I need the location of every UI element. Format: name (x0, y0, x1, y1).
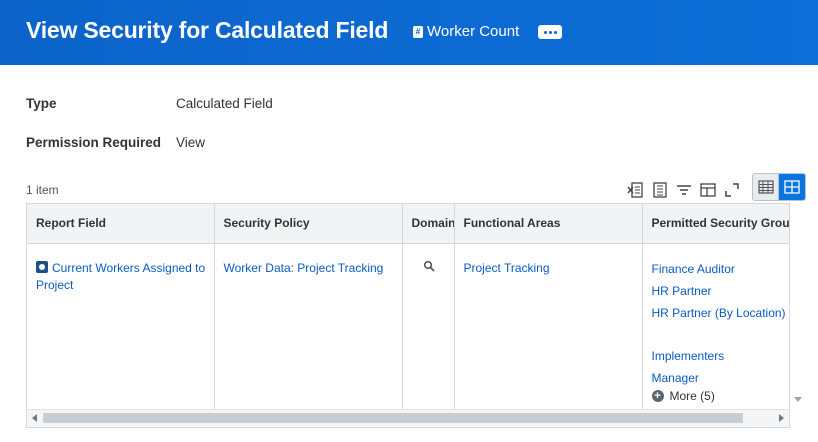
permitted-groups-list: Finance Auditor HR Partner HR Partner (B… (651, 261, 790, 403)
scroll-down-arrow-icon[interactable] (794, 397, 802, 402)
security-table: Report Field Security Policy Domain Func… (27, 204, 790, 409)
column-config-icon[interactable] (698, 180, 718, 200)
col-header-domain[interactable]: Domain (402, 204, 455, 244)
col-header-functional-areas[interactable]: Functional Areas (454, 204, 643, 244)
col-header-security-policy[interactable]: Security Policy (214, 204, 403, 244)
vertical-scrollbar[interactable] (790, 203, 806, 428)
functional-area-link[interactable]: Project Tracking (464, 261, 550, 275)
security-policy-cell: Worker Data: Project Tracking (214, 243, 403, 409)
hash-icon: # (413, 25, 423, 38)
search-icon[interactable] (423, 260, 435, 275)
security-group-link[interactable]: Finance Auditor (652, 261, 790, 278)
export-pdf-icon[interactable] (650, 180, 670, 200)
table-view-icon[interactable] (753, 174, 780, 200)
permission-label: Permission Required (26, 135, 162, 150)
permission-value: View (176, 135, 206, 150)
report-field-icon (36, 260, 48, 273)
col-header-report-field[interactable]: Report Field (27, 204, 215, 244)
object-name[interactable]: Worker Count (427, 23, 519, 40)
page-title: View Security for Calculated Field (26, 17, 389, 43)
report-field-cell: Current Workers Assigned to Project (27, 243, 215, 409)
report-field-link[interactable]: Current Workers Assigned to Project (36, 261, 205, 292)
table-header-row: Report Field Security Policy Domain Func… (27, 204, 789, 244)
more-groups-button[interactable]: + More (5) (651, 388, 790, 403)
worker-count-chip[interactable]: # Worker Count (413, 23, 519, 40)
horizontal-scrollbar[interactable] (27, 409, 789, 426)
ellipsis-icon (543, 30, 547, 34)
permitted-groups-cell: Finance Auditor HR Partner HR Partner (B… (642, 243, 790, 409)
security-group-link[interactable]: HR Partner (By Location) (652, 305, 790, 322)
functional-areas-cell: Project Tracking (454, 243, 643, 409)
type-label: Type (26, 96, 57, 111)
item-count: 1 item (26, 183, 59, 197)
export-excel-icon[interactable] (626, 180, 646, 200)
grid-toolbar (626, 178, 746, 202)
scroll-right-arrow-icon[interactable] (779, 414, 784, 422)
type-value: Calculated Field (176, 96, 273, 111)
more-groups-label: More (5) (669, 388, 715, 403)
security-group-link[interactable]: Manager (652, 370, 790, 387)
table-row: Current Workers Assigned to Project Work… (27, 243, 790, 409)
view-toggle (752, 173, 806, 201)
plus-circle-icon: + (651, 389, 664, 402)
related-actions-button[interactable] (538, 25, 562, 39)
filter-icon[interactable] (674, 180, 694, 200)
security-grid: Report Field Security Policy Domain Func… (26, 203, 790, 428)
scrollbar-thumb[interactable] (43, 413, 743, 423)
grid-view-icon[interactable] (779, 174, 805, 200)
scroll-left-arrow-icon[interactable] (32, 414, 37, 422)
security-policy-link[interactable]: Worker Data: Project Tracking (224, 261, 384, 275)
fullscreen-icon[interactable] (722, 180, 742, 200)
domain-cell (402, 243, 455, 409)
col-header-permitted-groups[interactable]: Permitted Security Groups (642, 204, 789, 244)
page-header: View Security for Calculated Field # Wor… (0, 0, 818, 65)
security-group-link[interactable]: HR Partner (652, 283, 790, 300)
security-group-link[interactable]: Implementers (652, 348, 790, 365)
